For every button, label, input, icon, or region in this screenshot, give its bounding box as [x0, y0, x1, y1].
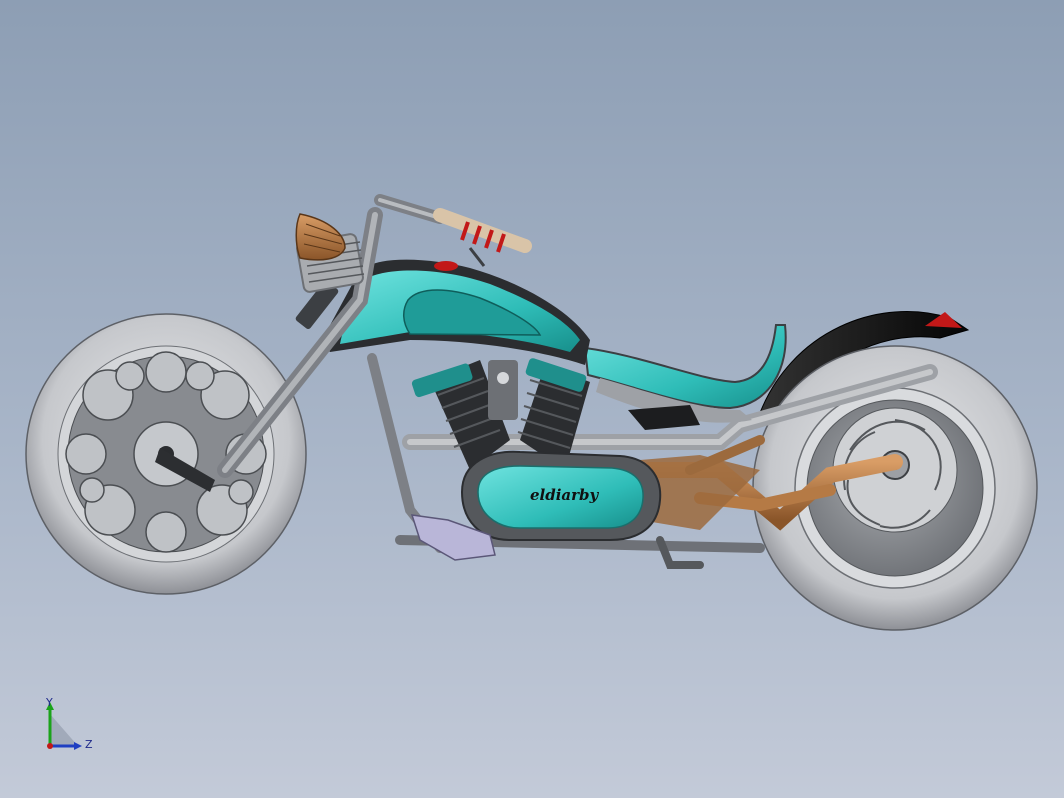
tank-brand-text: eldiarby	[530, 486, 600, 504]
y-axis-label: Y	[45, 698, 53, 709]
seat-bracket	[628, 405, 700, 430]
view-triad-icon: Y Z	[45, 696, 93, 751]
primary-cover: eldiarby	[460, 450, 662, 541]
handlebar	[374, 194, 532, 267]
fuel-cap	[434, 261, 458, 271]
view-triad: Y Z	[38, 696, 108, 758]
z-axis-label: Z	[85, 738, 93, 751]
motorcycle-model: eldiarby	[25, 194, 1038, 631]
headlight	[295, 213, 346, 261]
front-wheel	[25, 313, 307, 595]
3d-viewport[interactable]: eldiarby	[0, 0, 1064, 798]
